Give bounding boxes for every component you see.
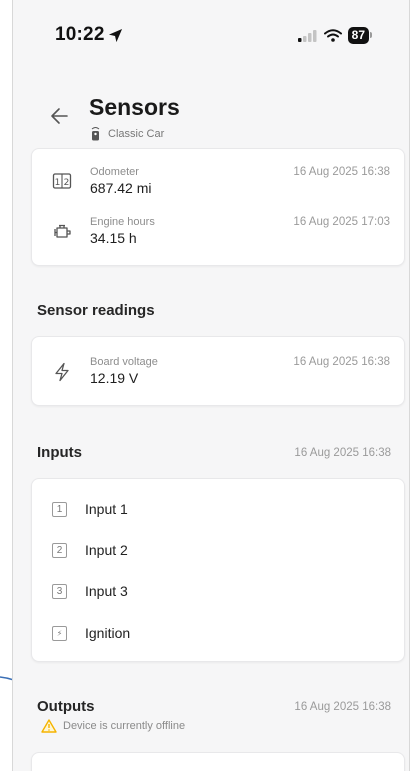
car-key-fob-icon <box>91 127 100 141</box>
odometer-label: Odometer <box>90 166 139 178</box>
svg-text:2: 2 <box>64 178 70 188</box>
device-name: Classic Car <box>108 127 165 140</box>
outputs-time: 16 Aug 2025 16:38 <box>294 701 391 713</box>
list-item-input-2[interactable]: 2 Input 2 <box>52 539 128 561</box>
board-voltage-label: Board voltage <box>90 356 158 368</box>
input-3-label: Input 3 <box>85 583 128 599</box>
board-voltage-value: 12.19 V <box>90 370 139 386</box>
board-voltage-time: 16 Aug 2025 16:38 <box>293 356 390 368</box>
back-arrow-icon[interactable] <box>47 103 73 129</box>
status-indicators: 87 <box>297 27 373 44</box>
sensor-readings-card: Board voltage 12.19 V 16 Aug 2025 16:38 <box>31 336 405 406</box>
input-2-number-icon: 2 <box>52 542 67 558</box>
input-1-number-icon: 1 <box>52 501 67 517</box>
warning-triangle-icon <box>41 719 57 733</box>
status-time: 10:22 <box>55 24 105 45</box>
input-1-label: Input 1 <box>85 501 128 517</box>
engine-hours-value: 34.15 h <box>90 230 137 246</box>
list-item-input-1[interactable]: 1 Input 1 <box>52 498 128 520</box>
offline-warning: Device is currently offline <box>41 719 185 733</box>
engine-hours-time: 16 Aug 2025 17:03 <box>293 216 390 228</box>
input-3-number-icon: 3 <box>52 583 67 599</box>
offline-warning-text: Device is currently offline <box>63 720 186 732</box>
counters-card: 1 2 Odometer 687.42 mi 16 Aug 2025 16:38… <box>31 148 405 266</box>
odometer-value: 687.42 mi <box>90 180 152 196</box>
status-bar: 10:22 87 <box>13 0 409 70</box>
cellular-signal-icon <box>297 29 317 42</box>
outputs-title: Outputs <box>37 698 95 715</box>
engine-icon <box>54 224 71 238</box>
input-2-label: Input 2 <box>85 542 128 558</box>
inputs-title: Inputs <box>37 444 82 461</box>
engine-hours-label: Engine hours <box>90 216 155 228</box>
list-item-input-3[interactable]: 3 Input 3 <box>52 580 128 602</box>
odometer-icon: 1 2 <box>52 173 72 189</box>
wifi-icon <box>323 29 342 42</box>
page-title: Sensors <box>89 94 180 120</box>
ignition-label: Ignition <box>85 625 131 641</box>
inputs-time: 16 Aug 2025 16:38 <box>294 447 391 459</box>
battery-icon: 87 <box>347 27 373 44</box>
ignition-icon: ⚡ <box>52 625 67 641</box>
svg-text:1: 1 <box>55 178 61 188</box>
list-item-ignition[interactable]: ⚡ Ignition <box>52 622 130 644</box>
location-arrow-icon <box>108 28 123 43</box>
lightning-icon <box>55 362 69 382</box>
odometer-time: 16 Aug 2025 16:38 <box>293 166 390 178</box>
outputs-card <box>31 752 405 771</box>
phone-screen: 10:22 87 Sensors Classic Car 1 2 Odomete… <box>12 0 410 771</box>
inputs-card: 1 Input 1 2 Input 2 3 Input 3 ⚡ Ignition <box>31 478 405 662</box>
sensor-readings-title: Sensor readings <box>37 302 155 319</box>
device-subtitle: Classic Car <box>90 126 164 141</box>
